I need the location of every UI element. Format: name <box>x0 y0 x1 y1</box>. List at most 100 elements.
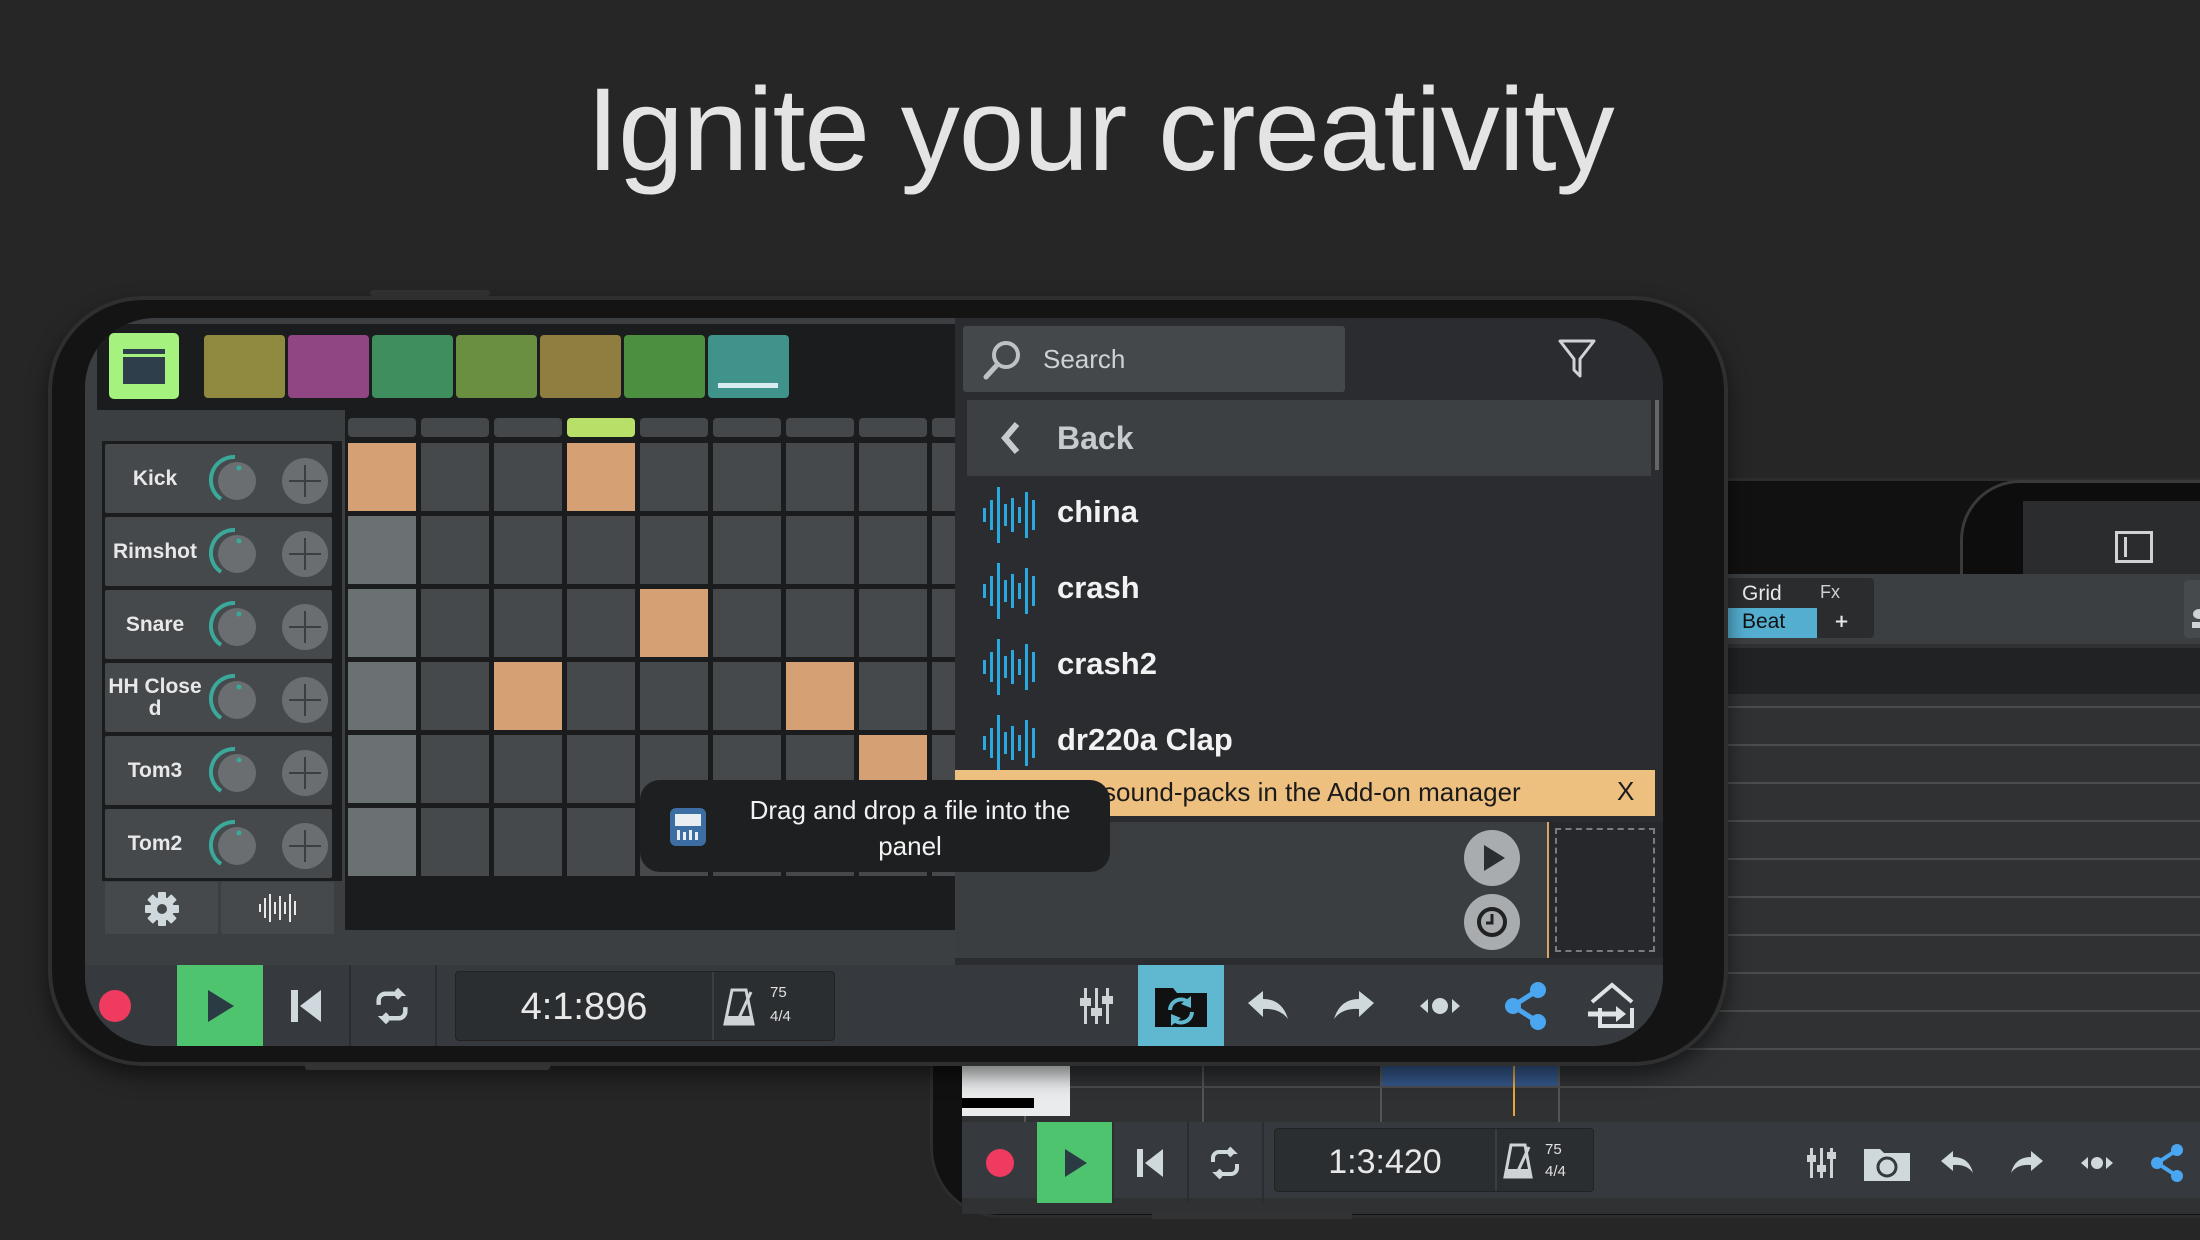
share-button[interactable] <box>1483 965 1569 1046</box>
loop-button[interactable] <box>1187 1122 1262 1203</box>
browser-button[interactable] <box>1857 1122 1917 1203</box>
step-cell[interactable] <box>494 589 562 657</box>
grid-mode-label[interactable]: Grid <box>1742 582 1782 606</box>
drum-track-row[interactable]: Tom3 <box>105 736 332 805</box>
add-step-button[interactable] <box>282 458 328 504</box>
volume-knob[interactable] <box>209 454 261 506</box>
step-cell[interactable] <box>859 589 927 657</box>
search-input[interactable]: Search <box>963 326 1345 392</box>
play-button[interactable] <box>1037 1122 1112 1203</box>
zoom-button[interactable] <box>1397 965 1483 1046</box>
step-cell[interactable] <box>421 735 489 803</box>
note-length-button[interactable] <box>2184 580 2200 638</box>
mixer-button[interactable] <box>1792 1122 1852 1203</box>
rewind-button[interactable] <box>263 965 349 1046</box>
rewind-button[interactable] <box>1112 1122 1187 1203</box>
share-button[interactable] <box>2137 1122 2197 1203</box>
undo-button[interactable] <box>1927 1122 1987 1203</box>
drum-track-row[interactable]: Rimshot <box>105 517 332 586</box>
metronome-icon[interactable] <box>722 988 756 1026</box>
step-cell[interactable] <box>786 516 854 584</box>
settings-button[interactable] <box>105 882 218 934</box>
file-list-item[interactable]: crash <box>967 552 1651 628</box>
browser-toggle-button[interactable] <box>1138 965 1224 1046</box>
step-cell[interactable] <box>786 443 854 511</box>
step-cell[interactable] <box>859 443 927 511</box>
step-cell[interactable] <box>421 808 489 876</box>
step-cell[interactable] <box>786 662 854 730</box>
step-cell[interactable] <box>348 516 416 584</box>
step-cell[interactable] <box>567 662 635 730</box>
scrollbar[interactable] <box>1655 400 1659 470</box>
drum-track-row[interactable]: Snare <box>105 590 332 659</box>
tempo-value[interactable]: 75 <box>1545 1141 1562 1158</box>
position-display[interactable]: 4:1:896 75 4/4 <box>455 971 835 1041</box>
step-cell[interactable] <box>713 662 781 730</box>
step-cell[interactable] <box>494 662 562 730</box>
add-step-button[interactable] <box>282 750 328 796</box>
step-cell[interactable] <box>348 589 416 657</box>
preview-play-button[interactable] <box>1464 830 1520 886</box>
panel-toggle-icon[interactable] <box>2115 531 2153 563</box>
step-cell[interactable] <box>494 735 562 803</box>
sample-button[interactable] <box>221 882 334 934</box>
drum-track-row[interactable]: Tom2 <box>105 809 332 878</box>
step-cell[interactable] <box>786 589 854 657</box>
export-button[interactable] <box>1569 965 1655 1046</box>
record-button[interactable] <box>962 1122 1037 1203</box>
step-cell[interactable] <box>494 516 562 584</box>
time-signature[interactable]: 4/4 <box>770 1008 791 1025</box>
volume-knob[interactable] <box>209 600 261 652</box>
step-cell[interactable] <box>640 662 708 730</box>
pattern-pad[interactable] <box>540 335 621 398</box>
drum-track-row[interactable]: Kick <box>105 444 332 513</box>
volume-knob[interactable] <box>209 527 261 579</box>
loop-button[interactable] <box>349 965 435 1046</box>
add-step-button[interactable] <box>282 677 328 723</box>
metronome-icon[interactable] <box>1503 1143 1533 1179</box>
step-cell[interactable] <box>421 516 489 584</box>
undo-button[interactable] <box>1225 965 1311 1046</box>
mixer-button[interactable] <box>1065 965 1129 1046</box>
sequencer-view-button[interactable] <box>109 333 179 399</box>
step-cell[interactable] <box>640 589 708 657</box>
file-list-item[interactable]: china <box>967 476 1651 552</box>
step-cell[interactable] <box>348 443 416 511</box>
step-cell[interactable] <box>859 516 927 584</box>
step-cell[interactable] <box>348 662 416 730</box>
add-step-button[interactable] <box>282 823 328 869</box>
close-icon[interactable]: X <box>1617 776 1634 807</box>
pattern-pad[interactable] <box>204 335 285 398</box>
step-cell[interactable] <box>713 589 781 657</box>
pattern-pad[interactable] <box>708 335 789 398</box>
step-cell[interactable] <box>348 808 416 876</box>
step-cell[interactable] <box>640 443 708 511</box>
step-cell[interactable] <box>348 735 416 803</box>
back-button[interactable]: Back <box>967 400 1651 476</box>
pattern-pad[interactable] <box>288 335 369 398</box>
volume-knob[interactable] <box>209 819 261 871</box>
step-cell[interactable] <box>567 735 635 803</box>
step-cell[interactable] <box>494 808 562 876</box>
file-list-item[interactable]: dr220a Clap <box>967 704 1651 780</box>
step-cell[interactable] <box>421 443 489 511</box>
step-cell[interactable] <box>859 662 927 730</box>
step-cell[interactable] <box>421 589 489 657</box>
tempo-value[interactable]: 75 <box>770 984 787 1001</box>
record-button[interactable] <box>85 965 145 1046</box>
redo-button[interactable] <box>1997 1122 2057 1203</box>
step-cell[interactable] <box>567 589 635 657</box>
volume-knob[interactable] <box>209 746 261 798</box>
drum-track-row[interactable]: HH Close d <box>105 663 332 732</box>
step-cell[interactable] <box>421 662 489 730</box>
play-button[interactable] <box>177 965 263 1046</box>
step-cell[interactable] <box>567 443 635 511</box>
add-step-button[interactable] <box>282 531 328 577</box>
playhead[interactable] <box>1513 1064 1515 1116</box>
add-step-button[interactable] <box>282 604 328 650</box>
step-cell[interactable] <box>567 516 635 584</box>
fx-button[interactable]: Fx <box>1820 582 1840 603</box>
zoom-button[interactable] <box>2067 1122 2127 1203</box>
step-cell[interactable] <box>567 808 635 876</box>
step-cell[interactable] <box>640 516 708 584</box>
